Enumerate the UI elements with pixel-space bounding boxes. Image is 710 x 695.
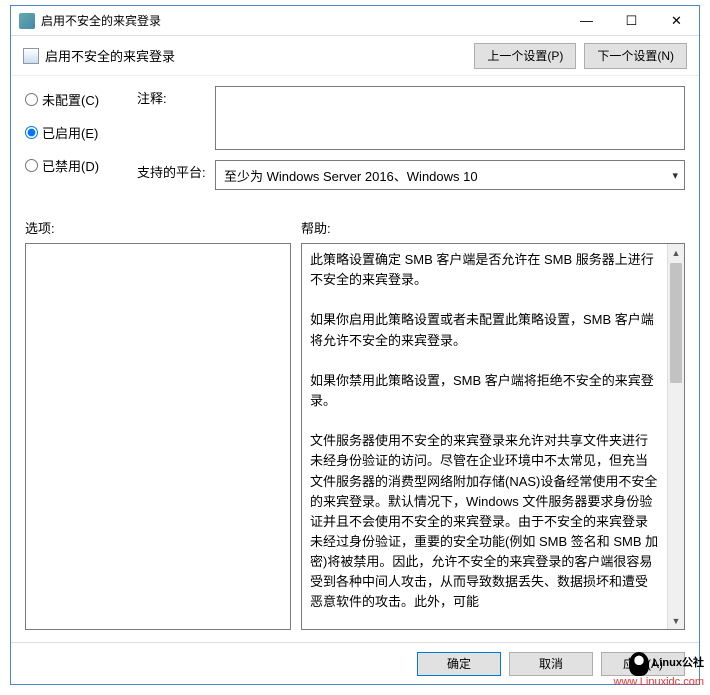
- scroll-down-icon[interactable]: ▼: [668, 612, 684, 629]
- radio-not-configured[interactable]: 未配置(C): [25, 90, 125, 109]
- platform-label: 支持的平台:: [137, 160, 207, 181]
- cancel-button[interactable]: 取消: [509, 652, 593, 676]
- comment-input[interactable]: [215, 86, 685, 150]
- scroll-up-icon[interactable]: ▲: [668, 244, 684, 261]
- scroll-thumb[interactable]: [670, 263, 682, 383]
- radio-not-configured-label: 未配置(C): [42, 90, 99, 109]
- state-radio-group: 未配置(C) 已启用(E) 已禁用(D): [25, 86, 125, 200]
- previous-setting-button[interactable]: 上一个设置(P): [474, 43, 576, 69]
- close-button[interactable]: ✕: [654, 6, 699, 35]
- comment-row: 注释:: [137, 86, 685, 150]
- radio-disabled[interactable]: 已禁用(D): [25, 156, 125, 175]
- radio-disabled-input[interactable]: [25, 159, 38, 172]
- policy-name: 启用不安全的来宾登录: [45, 46, 175, 65]
- help-label: 帮助:: [301, 218, 331, 237]
- radio-enabled[interactable]: 已启用(E): [25, 123, 125, 142]
- supported-platform-value: 至少为 Windows Server 2016、Windows 10: [224, 166, 478, 185]
- scroll-track[interactable]: [668, 261, 684, 612]
- dialog-window: 启用不安全的来宾登录 — ☐ ✕ 启用不安全的来宾登录 上一个设置(P) 下一个…: [10, 5, 700, 685]
- window-buttons: — ☐ ✕: [564, 6, 699, 35]
- comment-label: 注释:: [137, 86, 207, 107]
- apply-button[interactable]: 应用(A): [601, 652, 685, 676]
- dialog-body: 未配置(C) 已启用(E) 已禁用(D) 注释: 支持的平台:: [11, 76, 699, 642]
- radio-not-configured-input[interactable]: [25, 93, 38, 106]
- app-icon: [19, 13, 35, 29]
- window-title: 启用不安全的来宾登录: [41, 12, 564, 29]
- upper-section: 未配置(C) 已启用(E) 已禁用(D) 注释: 支持的平台:: [25, 86, 685, 200]
- panes: 此策略设置确定 SMB 客户端是否允许在 SMB 服务器上进行不安全的来宾登录。…: [25, 243, 685, 630]
- help-pane: 此策略设置确定 SMB 客户端是否允许在 SMB 服务器上进行不安全的来宾登录。…: [301, 243, 685, 630]
- radio-enabled-label: 已启用(E): [42, 123, 98, 142]
- section-labels: 选项: 帮助:: [25, 218, 685, 237]
- help-scrollbar[interactable]: ▲ ▼: [667, 244, 684, 629]
- supported-platform-select[interactable]: 至少为 Windows Server 2016、Windows 10 ▾: [215, 160, 685, 190]
- help-text: 此策略设置确定 SMB 客户端是否允许在 SMB 服务器上进行不安全的来宾登录。…: [302, 244, 667, 629]
- maximize-button[interactable]: ☐: [609, 6, 654, 35]
- chevron-down-icon: ▾: [672, 169, 678, 182]
- options-label: 选项:: [25, 218, 301, 237]
- minimize-button[interactable]: —: [564, 6, 609, 35]
- options-pane: [25, 243, 291, 630]
- platform-row: 支持的平台: 至少为 Windows Server 2016、Windows 1…: [137, 160, 685, 190]
- titlebar: 启用不安全的来宾登录 — ☐ ✕: [11, 6, 699, 36]
- fields-column: 注释: 支持的平台: 至少为 Windows Server 2016、Windo…: [137, 86, 685, 200]
- radio-enabled-input[interactable]: [25, 126, 38, 139]
- next-setting-button[interactable]: 下一个设置(N): [584, 43, 687, 69]
- policy-icon: [23, 48, 39, 64]
- toolbar: 启用不安全的来宾登录 上一个设置(P) 下一个设置(N): [11, 36, 699, 76]
- ok-button[interactable]: 确定: [417, 652, 501, 676]
- dialog-footer: 确定 取消 应用(A): [11, 642, 699, 684]
- radio-disabled-label: 已禁用(D): [42, 156, 99, 175]
